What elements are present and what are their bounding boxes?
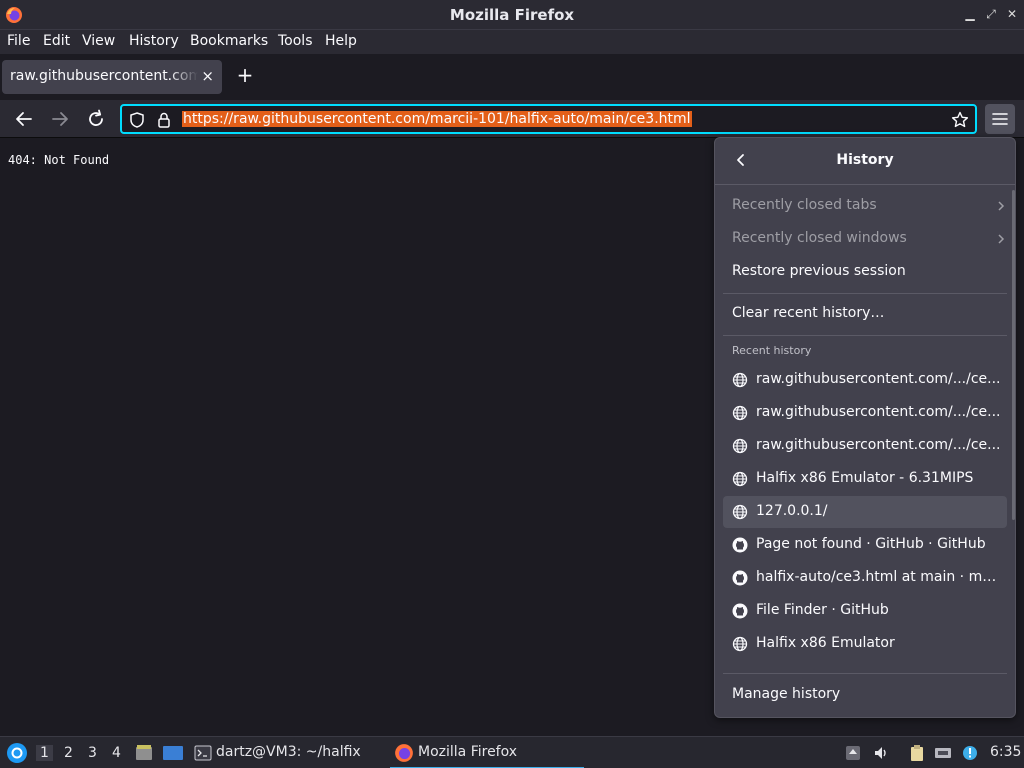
menu-bookmarks[interactable]: Bookmarks xyxy=(190,33,268,49)
workspace-1[interactable]: 1 xyxy=(36,745,53,761)
lock-icon[interactable] xyxy=(156,111,172,129)
history-item[interactable]: raw.githubusercontent.com/.../ce... xyxy=(723,430,1007,462)
history-item-label: raw.githubusercontent.com/.../ce... xyxy=(756,404,1001,420)
history-item-label: Page not found · GitHub · GitHub xyxy=(756,536,986,552)
close-tab-icon[interactable]: × xyxy=(201,67,214,85)
page-message: 404: Not Found xyxy=(8,153,110,167)
start-menu-icon[interactable] xyxy=(6,742,28,764)
menu-help[interactable]: Help xyxy=(325,33,357,49)
menu-bar: File Edit View History Bookmarks Tools H… xyxy=(0,30,1024,54)
recently-closed-tabs-item[interactable]: Recently closed tabs xyxy=(723,190,1007,222)
history-item[interactable]: Halfix x86 Emulator - 6.31MIPS xyxy=(723,463,1007,495)
panel-separator xyxy=(723,293,1007,294)
title-bar: Mozilla Firefox ▁ ⤢ ✕ xyxy=(0,0,1024,30)
window-title: Mozilla Firefox xyxy=(449,6,575,24)
chevron-right-icon xyxy=(998,201,1005,211)
globe-icon xyxy=(732,504,748,520)
history-item[interactable]: Page not found · GitHub · GitHub xyxy=(723,529,1007,561)
taskbar: 1 2 3 4 dartz@VM3: ~/halfix Mozilla Fire… xyxy=(0,736,1024,768)
clipboard-icon[interactable] xyxy=(908,744,926,762)
github-icon xyxy=(732,537,748,553)
workspace-3[interactable]: 3 xyxy=(88,745,97,761)
file-manager-icon[interactable] xyxy=(134,743,154,763)
tab-title: raw.githubusercontent.com/marcii-101/hal… xyxy=(10,68,198,84)
clear-recent-history-item[interactable]: Clear recent history… xyxy=(723,298,1007,330)
tray-upload-icon[interactable] xyxy=(844,744,862,762)
history-item[interactable]: 127.0.0.1/ xyxy=(723,496,1007,528)
new-tab-button[interactable]: + xyxy=(234,64,256,88)
recently-closed-tabs-label: Recently closed tabs xyxy=(732,197,877,213)
history-item[interactable]: halfix-auto/ce3.html at main · marcii-10… xyxy=(723,562,1007,594)
recently-closed-windows-label: Recently closed windows xyxy=(732,230,907,246)
recent-history-heading: Recent history xyxy=(732,344,812,357)
taskbar-firefox[interactable]: Mozilla Firefox xyxy=(390,737,584,768)
workspace-4[interactable]: 4 xyxy=(112,745,121,761)
url-input[interactable]: https://raw.githubusercontent.com/marcii… xyxy=(182,111,692,127)
history-item-label: halfix-auto/ce3.html at main · marcii-10… xyxy=(756,569,1001,585)
menu-view[interactable]: View xyxy=(82,33,115,49)
history-item[interactable]: File Finder · GitHub xyxy=(723,595,1007,627)
globe-icon xyxy=(732,372,748,388)
globe-icon xyxy=(732,636,748,652)
notification-icon[interactable] xyxy=(961,744,979,762)
recently-closed-windows-item[interactable]: Recently closed windows xyxy=(723,223,1007,255)
history-panel-title: History xyxy=(836,152,894,168)
firefox-icon xyxy=(395,744,413,762)
back-arrow-icon[interactable] xyxy=(12,107,36,131)
clock: 6:35 xyxy=(990,744,1022,760)
globe-icon xyxy=(732,471,748,487)
history-item[interactable]: Halfix x86 Emulator xyxy=(723,628,1007,660)
clear-recent-history-label: Clear recent history… xyxy=(732,305,885,321)
desktop-icon[interactable] xyxy=(162,743,184,763)
menu-tools[interactable]: Tools xyxy=(278,33,313,49)
restore-session-item[interactable]: Restore previous session xyxy=(723,256,1007,288)
manage-history-label: Manage history xyxy=(732,686,841,702)
manage-history-item[interactable]: Manage history xyxy=(723,679,1007,711)
firefox-window: Mozilla Firefox ▁ ⤢ ✕ File Edit View His… xyxy=(0,0,1024,768)
history-item[interactable]: raw.githubusercontent.com/.../ce... xyxy=(723,397,1007,429)
terminal-task-label: dartz@VM3: ~/halfix xyxy=(216,744,361,760)
close-window-button[interactable]: ✕ xyxy=(1004,6,1020,22)
history-item-label: File Finder · GitHub xyxy=(756,602,889,618)
github-icon xyxy=(732,603,748,619)
hamburger-menu-icon xyxy=(992,113,1008,125)
github-icon xyxy=(732,570,748,586)
url-bar[interactable]: https://raw.githubusercontent.com/marcii… xyxy=(120,104,977,134)
app-menu-button[interactable] xyxy=(985,104,1015,134)
history-panel: History Recently closed tabs Recently cl… xyxy=(714,137,1016,718)
globe-icon xyxy=(732,405,748,421)
menu-history[interactable]: History xyxy=(129,33,179,49)
navigation-bar: https://raw.githubusercontent.com/marcii… xyxy=(0,100,1024,138)
history-item[interactable]: raw.githubusercontent.com/.../ce... xyxy=(723,364,1007,396)
maximize-button[interactable]: ⤢ xyxy=(983,6,999,22)
chevron-right-icon xyxy=(998,234,1005,244)
history-item-label: Halfix x86 Emulator xyxy=(756,635,895,651)
tab-strip: raw.githubusercontent.com/marcii-101/hal… xyxy=(0,54,1024,100)
url-selected-text: https://raw.githubusercontent.com/marcii… xyxy=(182,111,692,127)
restore-session-label: Restore previous session xyxy=(732,263,906,279)
workspace-2[interactable]: 2 xyxy=(64,745,73,761)
history-item-label: raw.githubusercontent.com/.../ce... xyxy=(756,371,1001,387)
panel-scrollbar[interactable] xyxy=(1012,190,1015,520)
bookmark-star-icon[interactable] xyxy=(950,110,970,130)
menu-edit[interactable]: Edit xyxy=(43,33,70,49)
menu-file[interactable]: File xyxy=(7,33,30,49)
panel-separator xyxy=(723,673,1007,674)
minimize-button[interactable]: ▁ xyxy=(962,6,978,22)
taskbar-terminal[interactable]: dartz@VM3: ~/halfix xyxy=(192,737,370,768)
reload-icon[interactable] xyxy=(84,107,108,131)
tracking-protection-shield-icon[interactable] xyxy=(128,111,146,129)
history-item-label: Halfix x86 Emulator - 6.31MIPS xyxy=(756,470,974,486)
forward-arrow-icon[interactable] xyxy=(48,107,72,131)
volume-icon[interactable] xyxy=(872,744,890,762)
tab-active[interactable]: raw.githubusercontent.com/marcii-101/hal… xyxy=(2,60,222,94)
globe-icon xyxy=(732,438,748,454)
history-panel-header: History xyxy=(715,138,1015,185)
terminal-icon xyxy=(194,745,212,761)
firefox-task-label: Mozilla Firefox xyxy=(418,744,518,760)
history-item-label: raw.githubusercontent.com/.../ce... xyxy=(756,437,1001,453)
history-item-label: 127.0.0.1/ xyxy=(756,503,828,519)
network-icon[interactable] xyxy=(934,744,952,762)
panel-separator xyxy=(723,335,1007,336)
